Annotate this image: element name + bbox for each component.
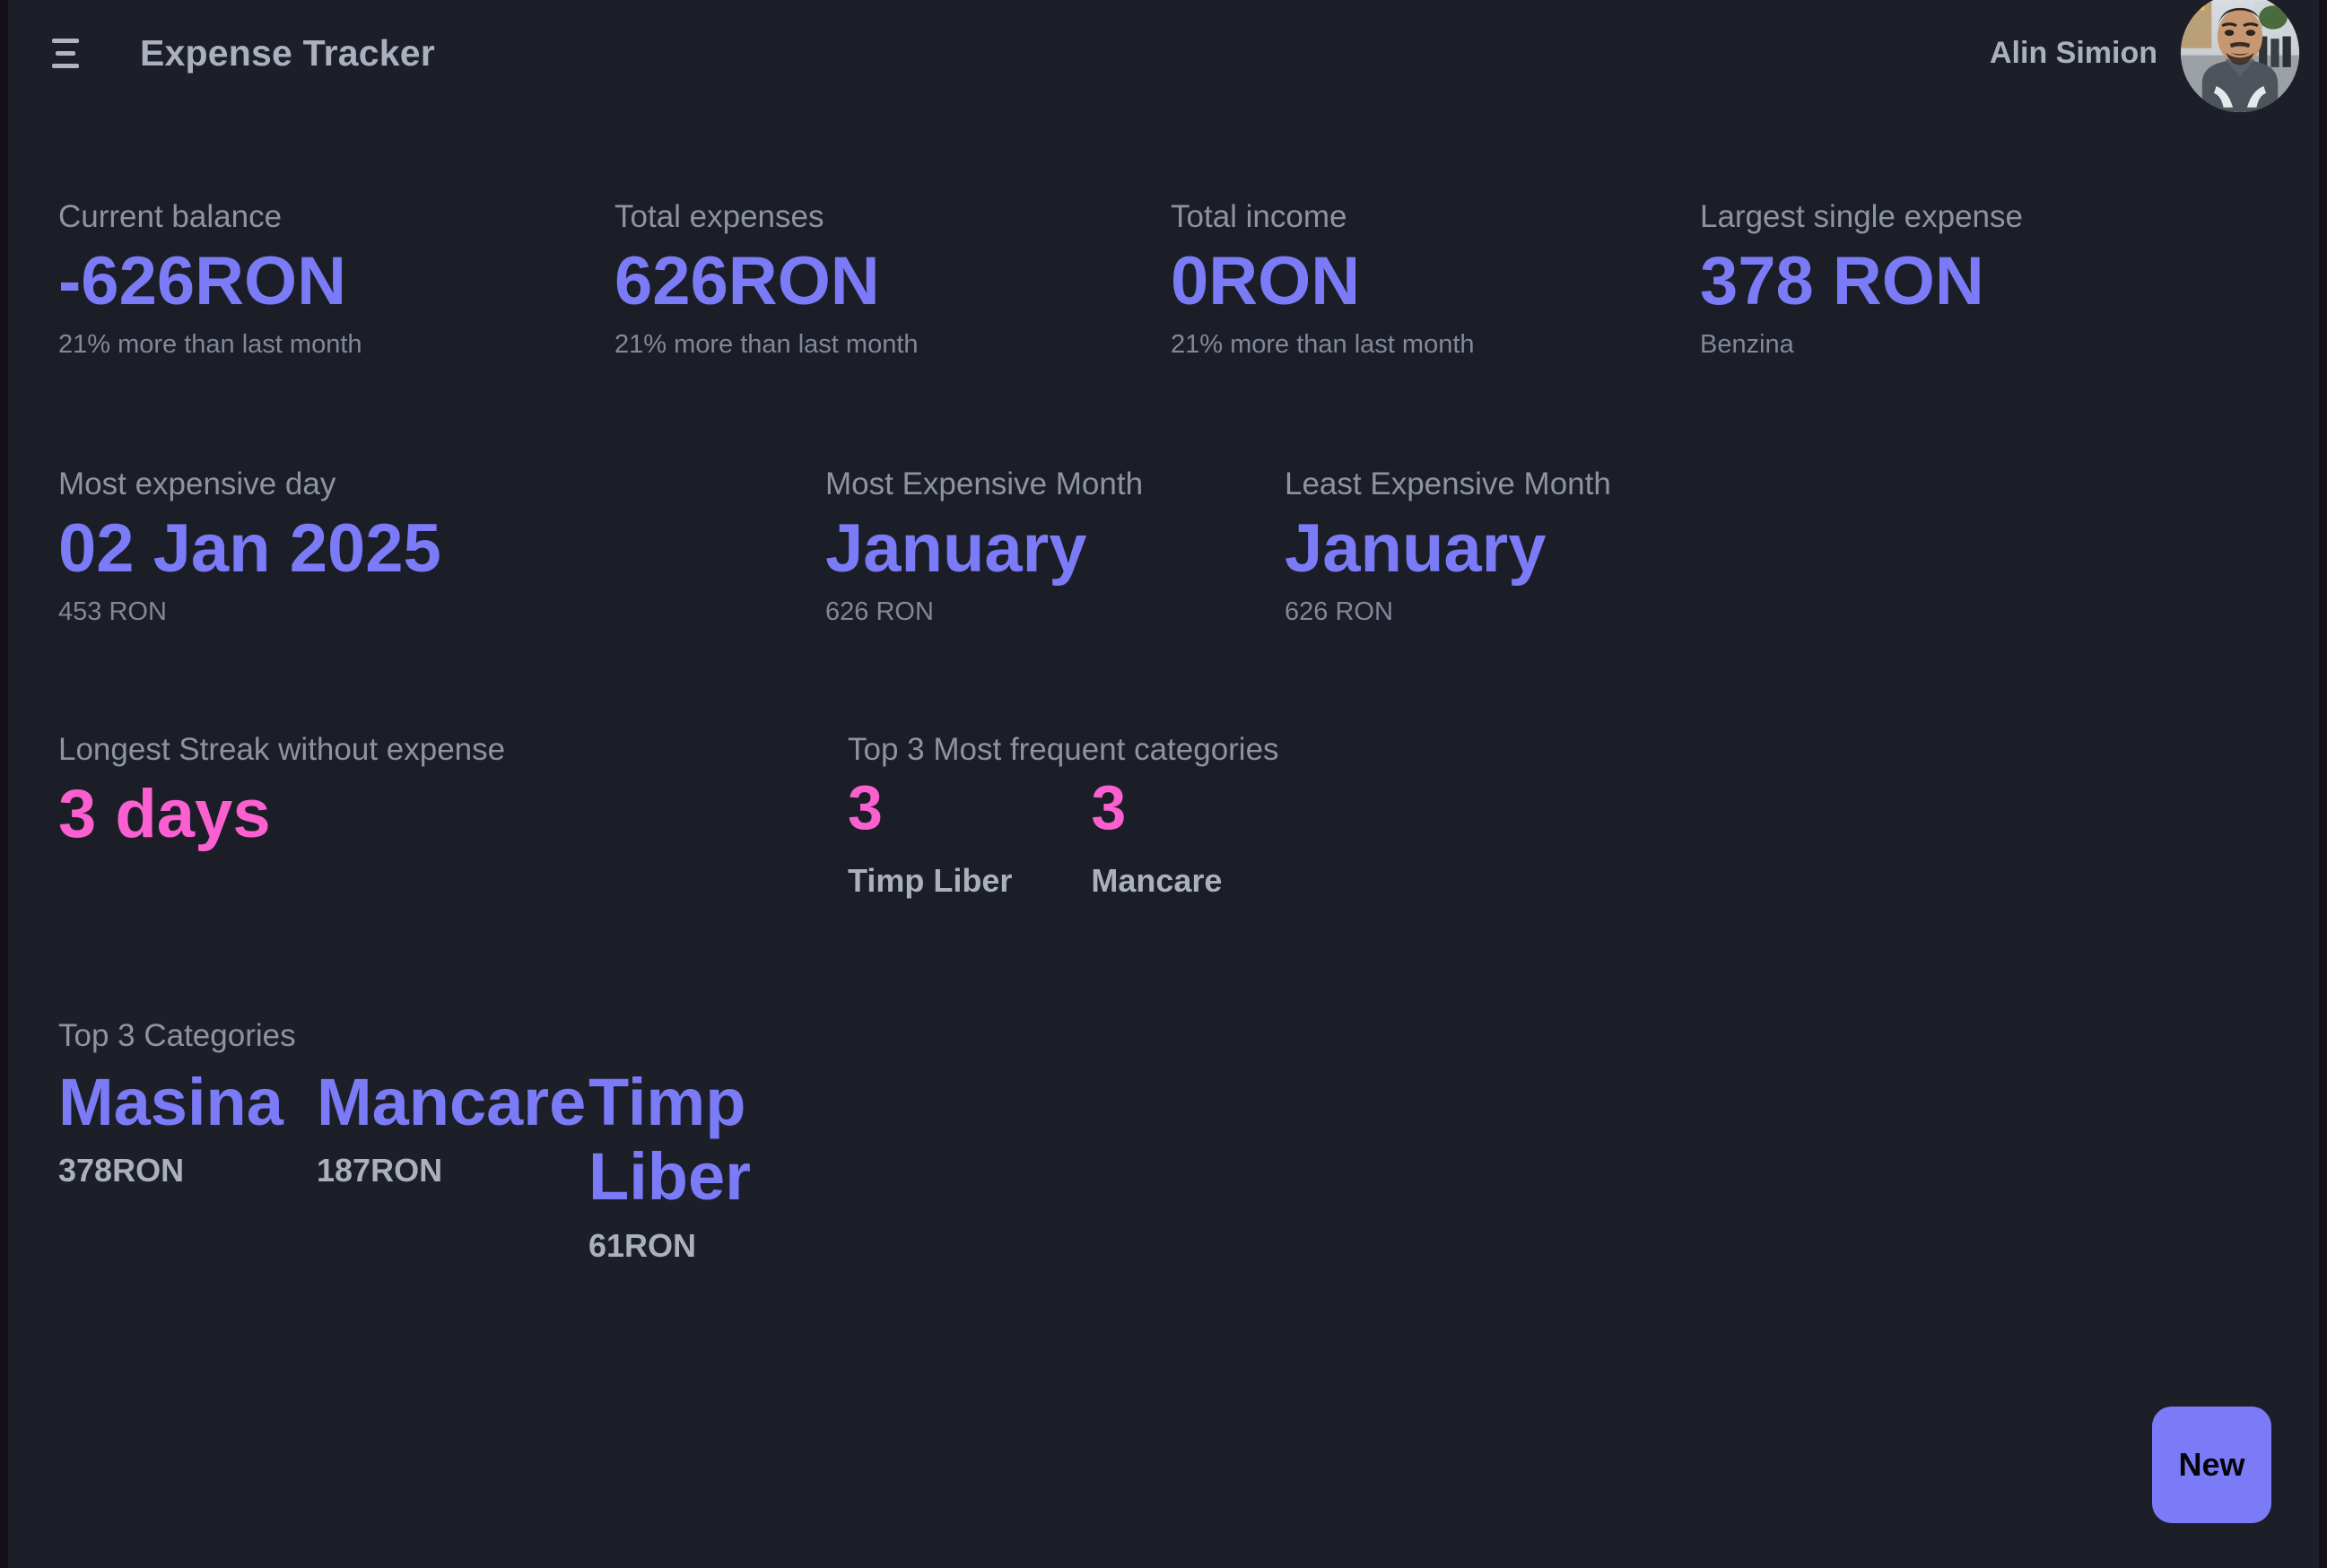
new-expense-button[interactable]: New xyxy=(2152,1407,2271,1523)
card-value: -626RON xyxy=(58,242,346,319)
card-label: Current balance xyxy=(58,199,283,234)
stats-row-1: Current balance -626RON 21% more than la… xyxy=(28,170,2319,388)
window-edge-right xyxy=(2319,0,2327,1568)
card-value: 02 Jan 2025 xyxy=(58,510,441,587)
card-value: January xyxy=(825,510,1087,587)
card-value: 3 days xyxy=(58,775,271,852)
card-subtext: 21% more than last month xyxy=(58,330,362,360)
card-value: 626RON xyxy=(614,242,880,319)
stats-row-3: Longest Streak without expense 3 days To… xyxy=(28,702,2319,918)
card-least-expensive-month[interactable]: Least Expensive Month January 626 RON xyxy=(1254,437,1716,655)
card-longest-streak[interactable]: Longest Streak without expense 3 days xyxy=(28,702,817,917)
category-name: Timp Liber xyxy=(588,1064,751,1215)
list-item[interactable]: Mancare 187RON xyxy=(317,1064,587,1190)
category-amount: 187RON xyxy=(317,1152,443,1189)
category-amount: 61RON xyxy=(588,1226,697,1264)
card-top-frequent-categories[interactable]: Top 3 Most frequent categories 3 Timp Li… xyxy=(817,702,1418,918)
hamburger-line-middle xyxy=(56,50,75,56)
frequent-count: 3 xyxy=(848,771,883,842)
list-item[interactable]: 3 Timp Liber xyxy=(848,771,1013,900)
app-page: Expense Tracker Alin Simion Current bala… xyxy=(8,0,2319,1568)
avatar[interactable] xyxy=(2181,0,2299,112)
section-top-3-categories: Top 3 Categories Masina 378RON Mancare 1… xyxy=(28,1018,1194,1265)
frequent-name: Mancare xyxy=(1091,861,1223,899)
card-value: January xyxy=(1285,510,1547,587)
card-label: Top 3 Most frequent categories xyxy=(848,731,1279,767)
card-label: Longest Streak without expense xyxy=(58,731,506,767)
hamburger-menu-icon[interactable] xyxy=(42,30,89,76)
category-name: Masina xyxy=(58,1064,283,1139)
stats-row-2: Most expensive day 02 Jan 2025 453 RON M… xyxy=(28,437,2319,655)
card-label: Total expenses xyxy=(614,199,824,234)
card-label: Total income xyxy=(1171,199,1347,234)
card-subtext: 626 RON xyxy=(825,597,934,627)
list-item[interactable]: Masina 378RON xyxy=(58,1065,283,1190)
card-subtext: 21% more than last month xyxy=(1171,330,1475,360)
card-current-balance[interactable]: Current balance -626RON 21% more than la… xyxy=(28,170,584,388)
hamburger-line-bottom xyxy=(52,63,79,68)
window-edge-left xyxy=(0,0,8,1568)
card-subtext: 21% more than last month xyxy=(614,330,919,360)
app-header: Expense Tracker Alin Simion xyxy=(8,0,2319,112)
top-categories-list: Masina 378RON Mancare 187RON Timp Liber … xyxy=(58,1065,1164,1265)
section-label: Top 3 Categories xyxy=(58,1017,296,1053)
card-subtext: 626 RON xyxy=(1285,597,1393,627)
category-name: Mancare xyxy=(317,1064,587,1139)
header-user-area: Alin Simion xyxy=(1990,0,2299,112)
frequent-name: Timp Liber xyxy=(848,861,1013,899)
frequent-category-list: 3 Timp Liber 3 Mancare xyxy=(848,771,1388,900)
card-total-income[interactable]: Total income 0RON 21% more than last mon… xyxy=(1140,170,1669,388)
card-largest-single-expense[interactable]: Largest single expense 378 RON Benzina xyxy=(1669,170,2064,388)
category-amount: 378RON xyxy=(58,1152,185,1189)
list-item[interactable]: Timp Liber 61RON xyxy=(588,1065,813,1265)
card-value: 378 RON xyxy=(1700,242,1984,319)
card-label: Least Expensive Month xyxy=(1285,466,1611,501)
card-label: Largest single expense xyxy=(1700,199,2023,234)
card-most-expensive-day[interactable]: Most expensive day 02 Jan 2025 453 RON xyxy=(28,437,795,655)
frequent-count: 3 xyxy=(1091,771,1127,842)
card-subtext: 453 RON xyxy=(58,597,167,627)
card-total-expenses[interactable]: Total expenses 626RON 21% more than last… xyxy=(584,170,1140,388)
card-value: 0RON xyxy=(1171,242,1361,319)
hamburger-line-top xyxy=(52,38,79,43)
list-item[interactable]: 3 Mancare xyxy=(1091,771,1223,900)
card-label: Most expensive day xyxy=(58,466,336,501)
page-title: Expense Tracker xyxy=(140,31,435,74)
card-most-expensive-month[interactable]: Most Expensive Month January 626 RON xyxy=(795,437,1254,655)
card-subtext: Benzina xyxy=(1700,330,1794,360)
user-name-label: Alin Simion xyxy=(1990,35,2157,70)
card-label: Most Expensive Month xyxy=(825,466,1144,501)
